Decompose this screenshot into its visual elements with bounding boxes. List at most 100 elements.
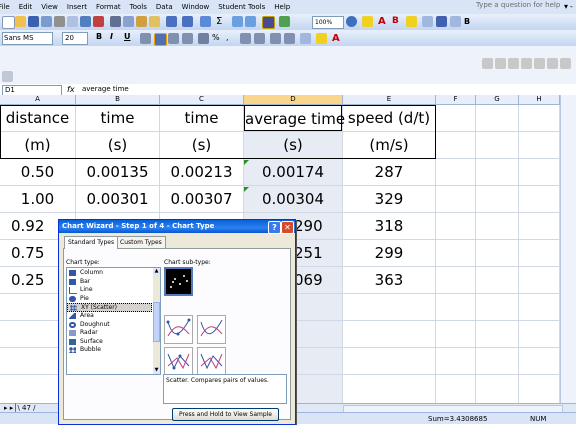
cell-e4[interactable]: 329 [343,186,435,212]
align-center-icon[interactable] [154,33,167,46]
sort-descending-icon[interactable] [245,16,256,27]
cell-e6[interactable]: 299 [343,240,435,266]
cell-a3[interactable]: 0.50 [0,159,75,185]
column-header-c[interactable]: C [160,95,244,104]
vertical-scrollbar[interactable] [560,95,576,403]
cell-c3[interactable]: 0.00213 [160,159,243,185]
new-icon[interactable] [2,16,15,29]
chart-type-pie[interactable]: Pie [67,295,152,304]
column-header-a[interactable]: A [0,95,76,104]
decrease-indent-icon[interactable] [270,33,281,44]
review-icon-6[interactable] [547,58,558,69]
decrease-decimal-icon[interactable] [254,33,265,44]
increase-decimal-icon[interactable] [240,33,251,44]
review-icon-5[interactable] [534,58,545,69]
permission-icon[interactable] [41,16,52,27]
subtype-straight-markers[interactable] [164,347,193,376]
chart-type-bar[interactable]: Bar [67,278,152,287]
increase-indent-icon[interactable] [284,33,295,44]
cell-c4[interactable]: 0.00307 [160,186,243,212]
review-icon-4[interactable] [521,58,532,69]
header-average-time[interactable]: average time [244,105,345,131]
column-header-e[interactable]: E [343,95,436,104]
unit-time-2[interactable]: (s) [160,132,243,158]
undo-icon[interactable] [166,16,177,27]
dialog-help-button[interactable]: ? [268,221,281,234]
font-color-icon-2[interactable]: A [332,33,343,44]
fill-color-icon[interactable] [362,16,373,27]
menu-tools[interactable]: Tools [126,3,152,11]
header-distance[interactable]: distance [0,105,75,131]
hyperlink-icon[interactable] [200,16,211,27]
cell-b4[interactable]: 0.00301 [76,186,159,212]
review-icon-3[interactable] [508,58,519,69]
subtype-smoothed-markers[interactable] [164,315,193,344]
header-time-1[interactable]: time [76,105,159,131]
chart-type-column[interactable]: Column [67,269,152,278]
help-icon[interactable] [346,16,357,27]
formula-input[interactable]: average time [82,85,502,94]
chart-type-radar[interactable]: Radar [67,329,152,338]
review-icon-1[interactable] [482,58,493,69]
menu-help[interactable]: Help [270,3,295,11]
chart-type-line[interactable]: Line [67,286,152,295]
research-icon[interactable] [93,16,104,27]
scroll-thumb[interactable] [153,302,160,342]
cut-icon[interactable] [110,16,121,27]
chart-type-bubble[interactable]: Bubble [67,346,152,355]
column-header-b[interactable]: B [76,95,160,104]
cell-e5[interactable]: 318 [343,213,435,239]
cell-d5[interactable]: 290 [294,213,342,239]
align-left-icon[interactable] [140,33,151,44]
text-direction-icon[interactable] [2,71,13,82]
spelling-icon[interactable] [80,16,91,27]
review-icon-7[interactable] [560,58,571,69]
font-name-select[interactable]: Sans MS [2,32,53,45]
menu-edit[interactable]: Edit [15,3,38,11]
drawing-icon[interactable] [279,16,290,27]
borders-icon[interactable] [422,16,433,27]
chart-type-xy-scatter[interactable]: XY (Scatter) [67,303,152,312]
unit-speed[interactable]: (m/s) [343,132,435,158]
scroll-up-icon[interactable]: ▲ [153,268,160,275]
scroll-down-icon[interactable]: ▼ [153,367,160,374]
chart-type-area[interactable]: Area [67,312,152,321]
cell-e7[interactable]: 363 [343,267,435,293]
cell-e3[interactable]: 287 [343,159,435,185]
header-time-2[interactable]: time [160,105,243,131]
underline-button[interactable]: U [124,32,131,41]
currency-icon[interactable] [198,33,209,44]
print-preview-icon[interactable] [67,16,78,27]
percent-icon[interactable]: % [212,33,223,44]
column-header-f[interactable]: F [436,95,476,104]
italic-button[interactable]: I [110,32,113,41]
menu-file[interactable]: File [0,3,15,11]
fill-color-icon-2[interactable] [316,33,327,44]
highlight-icon[interactable] [406,16,417,27]
font-size-select[interactable]: 20 [62,32,88,45]
unit-distance[interactable]: (m) [0,132,75,158]
subtype-smoothed-lines[interactable] [197,315,226,344]
menu-student-tools[interactable]: Student Tools [214,3,270,11]
chart-type-list[interactable]: Column Bar Line Pie XY (Scatter) Area Do… [66,267,161,375]
chart-type-surface[interactable]: Surface [67,338,152,347]
cell-d6[interactable]: 251 [294,240,342,266]
comma-icon[interactable]: , [226,33,237,44]
tab-standard-types[interactable]: Standard Types [64,236,119,249]
review-icon-2[interactable] [495,58,506,69]
minimize-icon[interactable]: ▾ [564,2,568,11]
header-speed[interactable]: speed (d/t) [343,105,435,131]
function-icon[interactable]: fx [67,85,75,94]
menu-view[interactable]: View [37,3,63,11]
cell-d7[interactable]: 069 [294,267,342,293]
paste-icon[interactable] [136,16,147,27]
merge-icon[interactable] [450,16,461,27]
open-icon[interactable] [15,16,26,27]
unit-time-1[interactable]: (s) [76,132,159,158]
cell-d3[interactable]: 0.00174 [244,159,342,185]
chart-wizard-icon[interactable] [262,16,275,29]
column-header-h[interactable]: H [519,95,560,104]
column-header-g[interactable]: G [476,95,519,104]
merge-center-icon[interactable] [182,33,193,44]
menu-format[interactable]: Format [92,3,126,11]
